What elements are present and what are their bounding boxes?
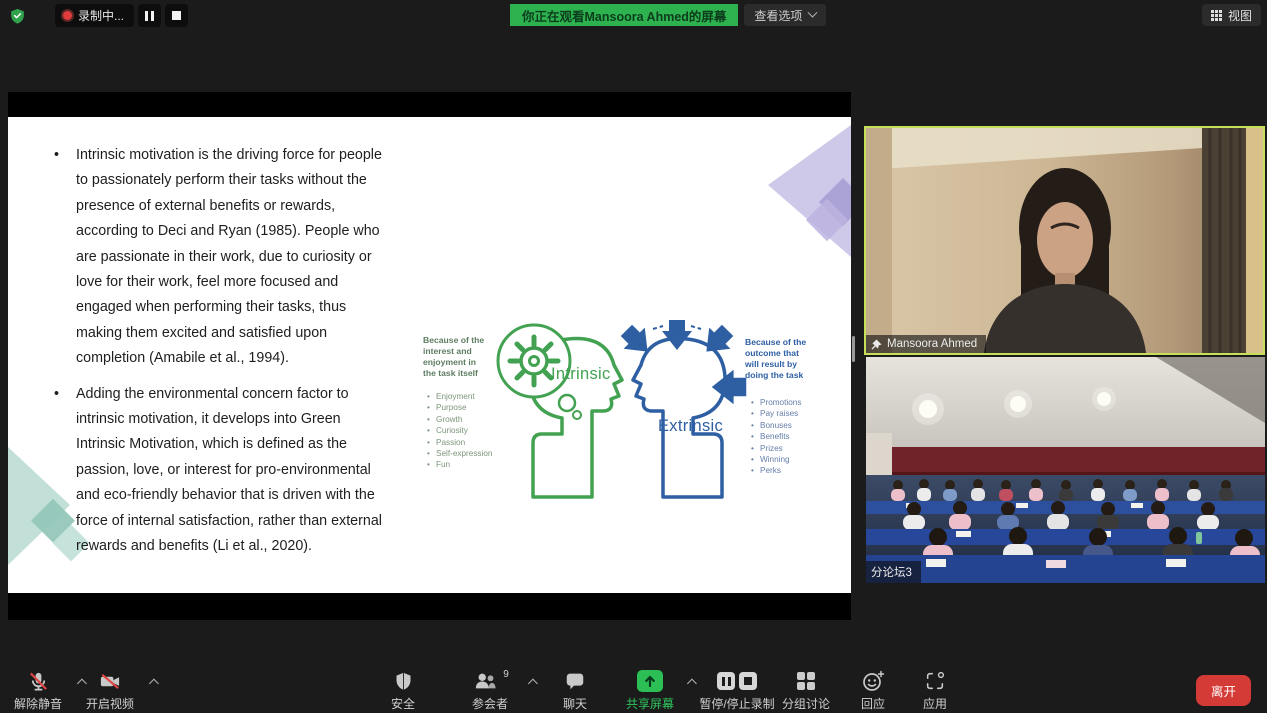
- pause-icon: [145, 11, 154, 21]
- pin-icon: [871, 339, 882, 350]
- security-button[interactable]: 安全: [380, 668, 426, 712]
- start-video-label: 开启视频: [78, 695, 142, 712]
- view-button[interactable]: 视图: [1202, 4, 1261, 26]
- motivation-diagram: Because of the interest and enjoyment in…: [415, 315, 851, 500]
- view-label: 视图: [1228, 7, 1252, 24]
- recording-status: 录制中...: [55, 4, 134, 27]
- view-options-button[interactable]: 查看选项: [744, 4, 826, 26]
- list-item: Bonuses: [751, 420, 801, 431]
- list-item: Growth: [427, 414, 492, 425]
- chat-bubble-icon: [564, 670, 586, 692]
- slide-decoration-top-right: [756, 117, 851, 267]
- stop-recording-button[interactable]: [165, 4, 188, 27]
- recording-label: 录制中...: [78, 7, 124, 24]
- start-video-button[interactable]: 开启视频: [78, 668, 142, 712]
- stop-recording-icon[interactable]: [739, 672, 757, 690]
- screen-share-banner-group: 你正在观看Mansoora Ahmed的屏幕 查看选项: [510, 4, 826, 26]
- participants-button[interactable]: 9 参会者: [455, 668, 525, 712]
- room-nameplate: 分论坛3: [866, 561, 921, 583]
- intrinsic-heading: Because of the interest and enjoyment in…: [423, 335, 513, 379]
- slide-bullet-1: Intrinsic motivation is the driving forc…: [50, 143, 386, 372]
- list-item: Pay raises: [751, 408, 801, 419]
- list-item: Fun: [427, 459, 492, 470]
- list-item: Winning: [751, 454, 801, 465]
- chevron-down-icon: [808, 7, 818, 17]
- pause-recording-icon[interactable]: [717, 672, 735, 690]
- pause-stop-recording-button[interactable]: 暂停/停止录制: [692, 668, 782, 712]
- apps-button[interactable]: 应用: [912, 668, 958, 712]
- participants-icon: [472, 670, 498, 692]
- room-name: 分论坛3: [871, 564, 912, 580]
- view-grid-icon: [1211, 10, 1222, 21]
- arrow-left-icon: [712, 370, 747, 405]
- shared-screen-area: Intrinsic motivation is the driving forc…: [8, 92, 851, 620]
- stop-icon: [172, 11, 181, 20]
- list-item: Benefits: [751, 431, 801, 442]
- arrow-down-icon: [662, 320, 692, 350]
- viewing-screen-banner: 你正在观看Mansoora Ahmed的屏幕: [510, 4, 738, 26]
- top-bar: 录制中... 你正在观看Mansoora Ahmed的屏幕 查看选项 视图: [0, 0, 1267, 30]
- share-screen-label: 共享屏幕: [618, 695, 682, 712]
- pause-stop-recording-label: 暂停/停止录制: [692, 695, 782, 712]
- chat-label: 聊天: [552, 695, 598, 712]
- breakout-rooms-icon: [797, 672, 816, 691]
- speaker-nameplate: Mansoora Ahmed: [866, 335, 986, 353]
- list-item: Curiosity: [427, 425, 492, 436]
- extrinsic-factor-list: Promotions Pay raises Bonuses Benefits P…: [751, 397, 801, 477]
- reactions-button[interactable]: 回应: [850, 668, 896, 712]
- share-screen-button[interactable]: 共享屏幕: [618, 668, 682, 712]
- leave-button[interactable]: 离开: [1196, 675, 1251, 706]
- apps-icon: [924, 670, 946, 692]
- extrinsic-heading: Because of the outcome that will result …: [745, 337, 837, 381]
- record-dot-icon: [63, 11, 72, 20]
- speaker-video-feed: [866, 128, 1263, 353]
- participants-count: 9: [503, 669, 509, 680]
- breakout-rooms-button[interactable]: 分组讨论: [776, 668, 836, 712]
- apps-label: 应用: [912, 695, 958, 712]
- breakout-rooms-label: 分组讨论: [776, 695, 836, 712]
- list-item: Passion: [427, 437, 492, 448]
- extrinsic-label: Extrinsic: [658, 417, 723, 436]
- intrinsic-label: Intrinsic: [551, 365, 611, 384]
- arrow-down-right-icon: [616, 320, 658, 362]
- speaker-name: Mansoora Ahmed: [887, 338, 977, 350]
- participants-chevron-icon[interactable]: [528, 679, 538, 689]
- unmute-label: 解除静音: [6, 695, 70, 712]
- camera-off-icon: [98, 670, 122, 693]
- list-item: Prizes: [751, 443, 801, 454]
- participants-label: 参会者: [455, 695, 525, 712]
- view-options-label: 查看选项: [754, 7, 802, 24]
- slide-bullet-list: Intrinsic motivation is the driving forc…: [50, 143, 386, 570]
- security-label: 安全: [380, 695, 426, 712]
- meeting-toolbar: 解除静音 开启视频 安全: [0, 665, 1267, 713]
- list-item: Perks: [751, 465, 801, 476]
- pause-recording-button[interactable]: [138, 4, 161, 27]
- list-item: Purpose: [427, 402, 492, 413]
- share-screen-icon: [637, 670, 663, 692]
- chat-button[interactable]: 聊天: [552, 668, 598, 712]
- list-item: Self-expression: [427, 448, 492, 459]
- panel-resize-handle[interactable]: [852, 336, 855, 362]
- video-tile-speaker[interactable]: Mansoora Ahmed: [864, 126, 1265, 355]
- list-item: Promotions: [751, 397, 801, 408]
- slide-bullet-2: Adding the environmental concern factor …: [50, 382, 386, 560]
- mic-muted-icon: [27, 670, 50, 693]
- room-video-feed: [866, 357, 1265, 583]
- video-tile-room[interactable]: 分论坛3: [866, 357, 1265, 583]
- reactions-label: 回应: [850, 695, 896, 712]
- meeting-security-shield-icon[interactable]: [9, 7, 26, 25]
- list-item: Enjoyment: [427, 391, 492, 402]
- video-options-chevron-icon[interactable]: [149, 679, 159, 689]
- unmute-button[interactable]: 解除静音: [6, 668, 70, 712]
- reactions-smiley-icon: [861, 670, 885, 692]
- presentation-slide: Intrinsic motivation is the driving forc…: [8, 117, 851, 593]
- security-shield-icon: [393, 670, 414, 692]
- recording-controls: 录制中...: [55, 4, 188, 27]
- intrinsic-factor-list: Enjoyment Purpose Growth Curiosity Passi…: [427, 391, 492, 471]
